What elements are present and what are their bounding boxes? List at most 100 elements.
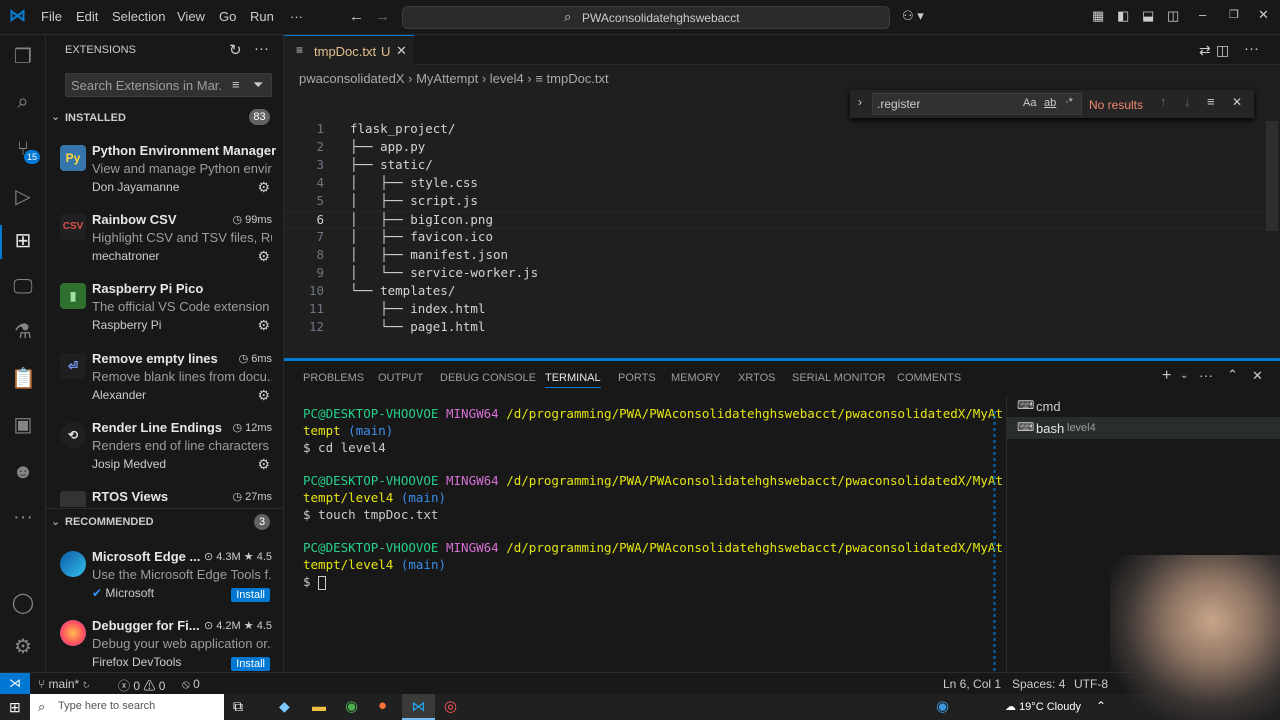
terminal-scrollbar[interactable] [993, 411, 997, 671]
explorer-icon[interactable]: ❐ [11, 45, 35, 69]
manage-gear-icon[interactable]: ⚙ [11, 635, 35, 659]
tray-chevron-icon[interactable]: ⌃ [1096, 699, 1106, 713]
breadcrumb-item[interactable]: MyAttempt [416, 71, 478, 86]
editor-more-icon[interactable]: ··· [1244, 40, 1259, 57]
code-area[interactable]: 1 flask_project/ 2 ├── app.py 3 ├── static/… [284, 121, 1264, 341]
recommended-header[interactable]: RECOMMENDED [65, 516, 154, 528]
find-input-box[interactable]: .register Aa ab ·* [872, 93, 1082, 115]
vscode-logo-icon[interactable]: ⋈ [9, 7, 27, 25]
breadcrumb-item[interactable]: tmpDoc.txt [547, 71, 609, 86]
panel-tab-xrtos[interactable]: XRTOS [738, 372, 776, 384]
toggle-panel-icon[interactable]: ⬓ [1142, 8, 1154, 24]
extensions-icon[interactable]: ⊞ [11, 229, 35, 253]
file-explorer-icon[interactable]: ▬ [312, 698, 326, 714]
toggle-replace-icon[interactable]: › [858, 95, 862, 109]
terminal-item-cmd[interactable]: ⌨ cmd [1007, 395, 1280, 417]
extension-item[interactable]: Py Python Environment Manager View and m… [46, 143, 284, 212]
account-icon[interactable]: ◯ [11, 591, 35, 615]
panel-more-icon[interactable]: ··· [1199, 367, 1213, 383]
remote-explorer-icon[interactable]: 🖵 [11, 275, 35, 299]
toggle-sidebar-icon[interactable]: ◧ [1117, 8, 1129, 24]
editor-scrollbar[interactable] [1266, 121, 1278, 231]
menu-file[interactable]: File [41, 9, 62, 24]
encoding[interactable]: UTF-8 [1074, 677, 1108, 691]
cursor-position[interactable]: Ln 6, Col 1 [943, 677, 1001, 691]
minimize-icon[interactable]: – [1199, 7, 1206, 22]
firefox-icon[interactable]: ● [378, 697, 387, 714]
find-input[interactable]: .register [877, 97, 920, 111]
task-view-icon[interactable]: ⧉ [233, 698, 243, 715]
weather-widget[interactable]: ☁ 19°C Cloudy [1005, 700, 1081, 713]
network-app-icon[interactable]: ◉ [936, 697, 949, 715]
extension-item[interactable]: ▮ Raspberry Pi Pico The official VS Code… [46, 281, 284, 350]
chrome-icon[interactable]: ◉ [345, 697, 358, 715]
testing-icon[interactable]: ⚗ [11, 320, 35, 344]
more-actions-icon[interactable]: ··· [254, 40, 269, 57]
panel-tab-problems[interactable]: PROBLEMS [303, 372, 364, 384]
install-button[interactable]: Install [231, 657, 270, 671]
whole-word-icon[interactable]: ab [1044, 97, 1056, 109]
previous-match-icon[interactable]: ↑ [1160, 94, 1167, 109]
clear-filter-icon[interactable]: ≡ [232, 77, 240, 92]
menu-go[interactable]: Go [219, 9, 236, 24]
copilot-app-icon[interactable]: ◆ [279, 698, 290, 715]
close-tab-icon[interactable]: ✕ [396, 43, 407, 59]
back-arrow-icon[interactable]: ← [349, 8, 364, 25]
manage-gear-icon[interactable]: ⚙ [257, 248, 270, 265]
more-icon[interactable]: ··· [11, 505, 35, 529]
extension-item[interactable]: ⟲ Render Line Endings ◷ 12ms Renders end… [46, 420, 284, 489]
manage-gear-icon[interactable]: ⚙ [257, 317, 270, 334]
taskbar-search-input[interactable]: Type here to search [58, 700, 155, 712]
manage-gear-icon[interactable]: ⚙ [257, 387, 270, 404]
problems-status[interactable]: ⓧ 0 ⚠ 0 [118, 677, 165, 694]
clipboard-icon[interactable]: 📋 [11, 367, 36, 391]
close-find-icon[interactable]: ✕ [1232, 95, 1242, 109]
extension-item[interactable]: CSV Rainbow CSV ◷ 99ms Highlight CSV and… [46, 212, 284, 281]
new-terminal-icon[interactable]: + [1162, 367, 1171, 385]
panel-tab-terminal[interactable]: TERMINAL [545, 372, 601, 388]
windows-start-icon[interactable]: ⊞ [9, 699, 21, 716]
breadcrumb-item[interactable]: pwaconsolidatedX [299, 71, 405, 86]
regex-icon[interactable]: ·* [1065, 96, 1073, 108]
taskbar-search-box[interactable]: ⌕ Type here to search [30, 694, 224, 720]
chip-icon[interactable]: ▣ [11, 413, 35, 437]
installed-chevron-icon[interactable]: ⌄ [51, 110, 60, 123]
terminal-item-bash[interactable]: ⌨ bash level4 [1007, 417, 1280, 439]
extension-item[interactable]: ⏎ Remove empty lines ◷ 6ms Remove blank … [46, 351, 284, 420]
search-icon[interactable]: ⌕ [11, 90, 35, 114]
extension-item[interactable]: RTOS Views ◷ 27ms [46, 489, 284, 507]
panel-tab-output[interactable]: OUTPUT [378, 372, 423, 384]
command-center[interactable]: ⌕ PWAconsolidatehghswebacct [402, 6, 890, 29]
forward-arrow-icon[interactable]: → [375, 8, 390, 25]
customize-layout-icon[interactable]: ▦ [1092, 8, 1104, 24]
restore-icon[interactable]: ❐ [1229, 8, 1239, 21]
breadcrumb-item[interactable]: level4 [490, 71, 524, 86]
panel-tab-ports[interactable]: PORTS [618, 372, 656, 384]
recommended-chevron-icon[interactable]: ⌄ [51, 515, 60, 528]
manage-gear-icon[interactable]: ⚙ [257, 456, 270, 473]
branch-status[interactable]: ⑂ main* ↻ [38, 677, 90, 691]
copilot-icon[interactable]: ⚇ ▾ [902, 8, 924, 24]
toggle-secondary-sidebar-icon[interactable]: ◫ [1167, 8, 1179, 24]
app-icon[interactable]: ◎ [444, 697, 457, 715]
split-editor-icon[interactable]: ◫ [1216, 42, 1229, 59]
terminal-dropdown-icon[interactable]: ⌄ [1180, 370, 1188, 381]
terminal-output[interactable]: PC@DESKTOP-VHOOVOE MINGW64 /d/programmin… [284, 406, 1003, 606]
filter-icon[interactable]: ⏷ [253, 77, 263, 93]
extension-search-box[interactable]: Search Extensions in Mar... ≡ ⏷ [65, 73, 272, 97]
panel-tab-debug-console[interactable]: DEBUG CONSOLE [440, 372, 536, 384]
menu-more[interactable]: ··· [290, 9, 303, 24]
menu-view[interactable]: View [177, 9, 205, 24]
next-match-icon[interactable]: ↓ [1184, 94, 1191, 109]
menu-run[interactable]: Run [250, 9, 274, 24]
match-case-icon[interactable]: Aa [1023, 97, 1036, 109]
ports-status[interactable]: ⦸ 0 [182, 677, 200, 692]
close-window-icon[interactable]: ✕ [1258, 7, 1269, 23]
indentation[interactable]: Spaces: 4 [1012, 677, 1065, 691]
vscode-taskbar-icon[interactable]: ⋈ [402, 694, 435, 720]
panel-tab-comments[interactable]: COMMENTS [897, 372, 961, 384]
manage-gear-icon[interactable]: ⚙ [257, 179, 270, 196]
alien-icon[interactable]: ☻ [11, 460, 35, 484]
close-panel-icon[interactable]: ✕ [1252, 368, 1263, 384]
compare-icon[interactable]: ⇄ [1199, 42, 1211, 59]
